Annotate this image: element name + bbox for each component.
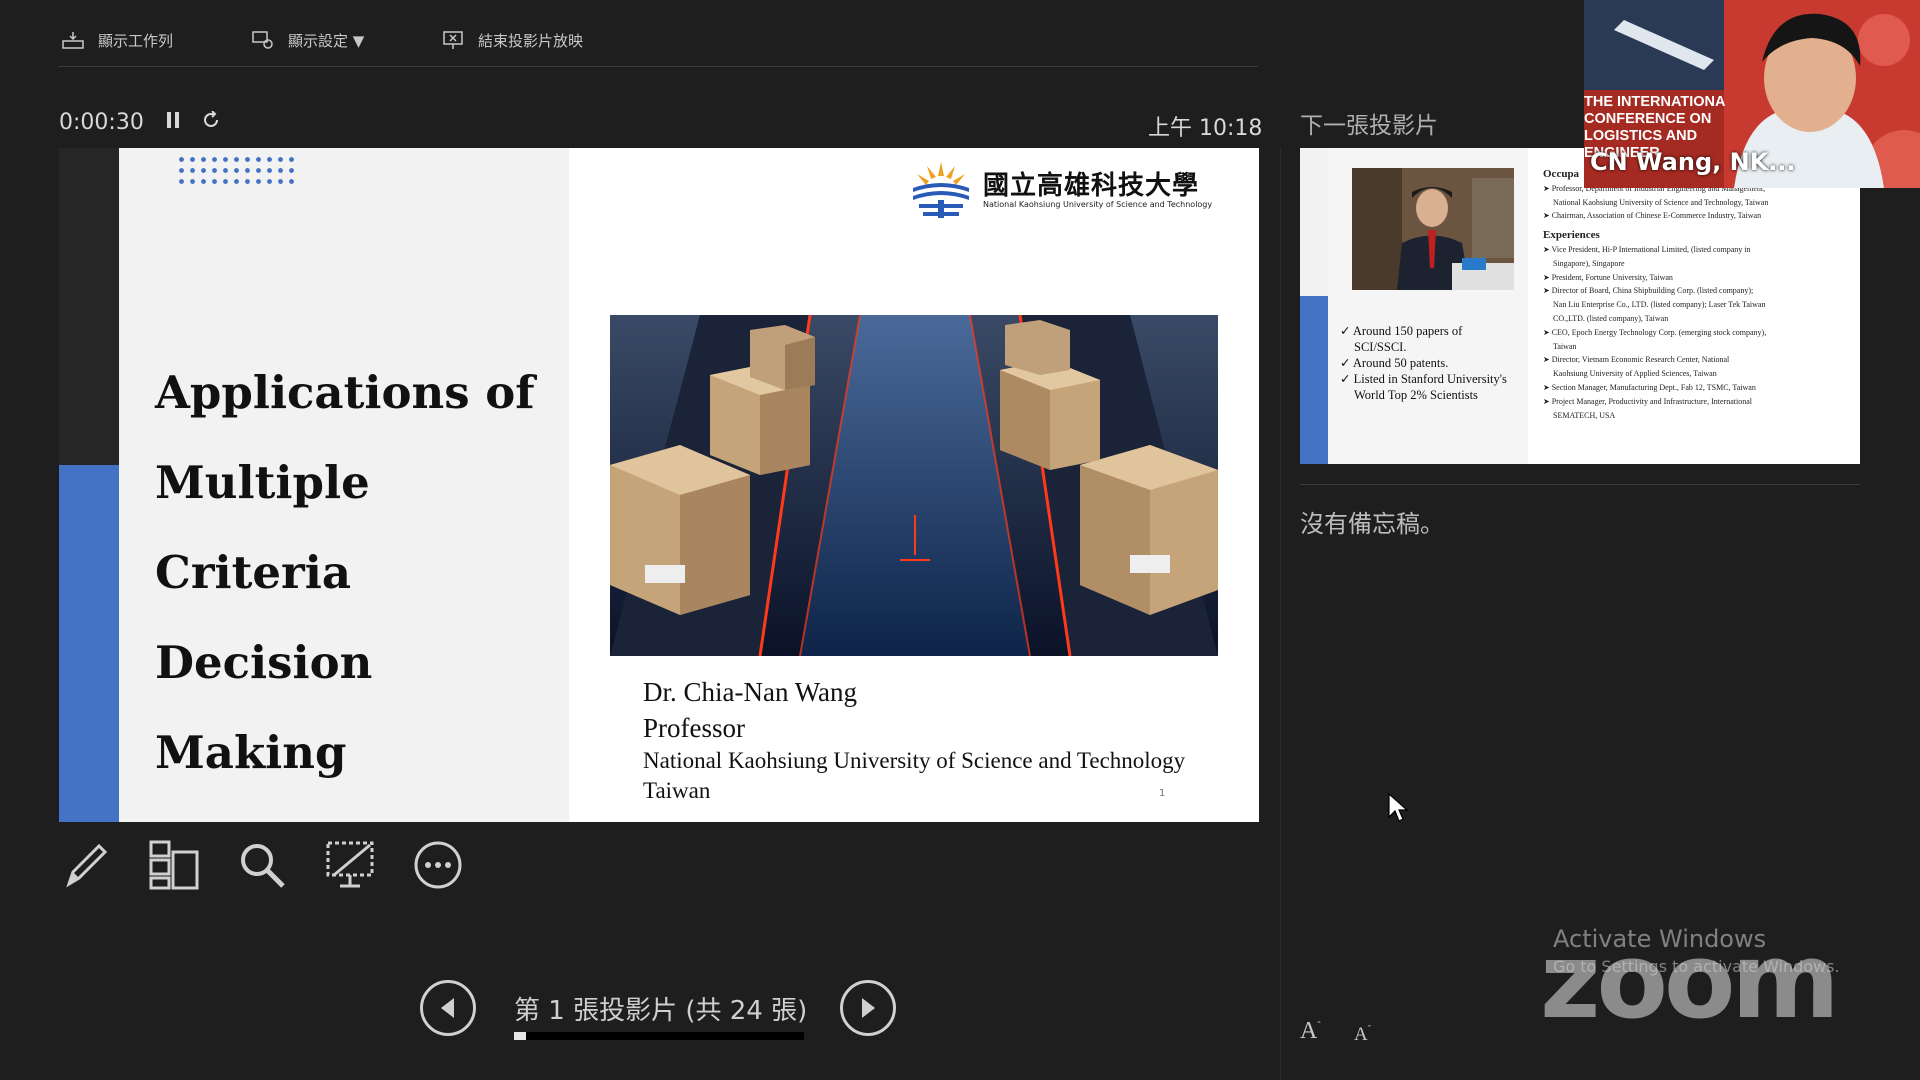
author-position: Professor <box>643 713 745 743</box>
watermark-title: Activate Windows <box>1553 925 1767 953</box>
experiences-heading: Experiences <box>1543 229 1600 242</box>
increase-font-button[interactable]: Aˆ <box>1300 1018 1321 1045</box>
cv-line: ➤ Vice President, Hi-P International Lim… <box>1543 244 1751 254</box>
increase-font-label: A <box>1300 1018 1318 1044</box>
pen-tool-button[interactable] <box>59 836 113 894</box>
banner-line: CONFERENCE ON <box>1584 111 1712 127</box>
author-university: National Kaohsiung University of Science… <box>643 748 1186 773</box>
professor-photo <box>1352 168 1514 290</box>
next-arrow-icon <box>862 998 875 1018</box>
logo-english-name: National Kaohsiung University of Science… <box>983 199 1213 209</box>
cv-line: Kaohsiung University of Applied Sciences… <box>1553 369 1717 379</box>
reset-icon[interactable] <box>202 110 220 135</box>
watermark-subtitle: Go to Settings to activate Windows. <box>1553 957 1840 976</box>
next-slide-thumbnail[interactable]: ✓ Around 150 papers of SCI/SSCI. ✓ Aroun… <box>1300 148 1860 464</box>
university-emblem-icon <box>913 162 969 218</box>
cv-line: Nan Liu Enterprise Co., LTD. (listed com… <box>1553 300 1766 310</box>
see-all-slides-button[interactable] <box>147 836 201 894</box>
cv-line: ➤ Chairman, Association of Chinese E-Com… <box>1543 211 1762 221</box>
banner-line: LOGISTICS AND <box>1584 128 1698 144</box>
elapsed-time: 0:00:30 <box>59 110 144 135</box>
slide-title: Applications of Multiple Criteria Decisi… <box>155 348 565 798</box>
thumb-left-strip <box>1300 148 1328 296</box>
author-name: Dr. Chia-Nan Wang <box>643 677 858 707</box>
participant-video[interactable]: THE INTERNATIONA CONFERENCE ON LOGISTICS… <box>1584 0 1920 188</box>
next-slide-label: 下一張投影片 <box>1300 113 1438 139</box>
achievement-list: ✓ Around 150 papers of SCI/SSCI. ✓ Aroun… <box>1340 323 1507 403</box>
achievement-line: ✓ Around 50 patents. <box>1340 356 1449 370</box>
cv-line: Taiwan <box>1553 341 1577 351</box>
cv-line: National Kaohsiung University of Science… <box>1553 197 1769 207</box>
thumb-blue-bar <box>1300 296 1328 464</box>
panel-divider <box>1280 148 1281 1080</box>
toolbar-divider <box>58 66 1258 67</box>
author-block: Dr. Chia-Nan Wang Professor National Kao… <box>643 674 1185 806</box>
prev-arrow-icon <box>441 998 454 1018</box>
previous-slide-button[interactable] <box>420 980 476 1036</box>
show-taskbar-label: 顯示工作列 <box>98 31 174 50</box>
end-slideshow-button[interactable]: 結束投影片放映 <box>442 26 583 54</box>
cv-line: ➤ Director of Board, China Shipbuilding … <box>1543 286 1754 296</box>
pen-icon <box>66 843 108 888</box>
university-logo: 國立高雄科技大學 National Kaohsiung University o… <box>909 160 1239 220</box>
more-options-icon <box>414 841 462 889</box>
cv-line: CO.,LTD. (listed company), Taiwan <box>1553 313 1669 323</box>
occupation-heading: Occupa <box>1543 168 1580 180</box>
slide-progress-bar <box>514 1032 804 1040</box>
decrease-font-label: A <box>1354 1024 1368 1045</box>
cv-column: Occupa ➤ Professor, Department of Indust… <box>1543 168 1843 422</box>
cv-line: ➤ President, Fortune University, Taiwan <box>1543 272 1673 282</box>
taskbar-icon <box>62 31 84 49</box>
cv-line: ➤ Director, Vietnam Economic Research Ce… <box>1543 355 1730 365</box>
slide-blue-bar <box>59 465 119 822</box>
black-screen-icon <box>326 841 374 888</box>
decorative-dots <box>176 154 298 186</box>
achievement-line: ✓ Around 150 papers of <box>1340 324 1463 338</box>
display-settings-label: 顯示設定 ▼ <box>288 31 365 50</box>
show-taskbar-button[interactable]: 顯示工作列 <box>62 26 173 54</box>
activate-windows-watermark: Activate Windows Go to Settings to activ… <box>1553 925 1840 976</box>
display-settings-button[interactable]: 顯示設定 ▼ <box>252 26 364 54</box>
banner-line: THE INTERNATIONA <box>1584 94 1726 110</box>
cv-line: ➤ Section Manager, Manufacturing Dept., … <box>1543 382 1756 392</box>
presenter-toolbar: 顯示工作列 顯示設定 ▼ 結束投影片放映 <box>0 0 1580 68</box>
decrease-font-button[interactable]: Aˇ <box>1354 1024 1371 1046</box>
display-settings-icon <box>252 30 274 50</box>
achievement-line: ✓ Listed in Stanford University's <box>1340 372 1507 386</box>
all-slides-icon <box>149 840 199 890</box>
current-clock: 上午 10:18 <box>1148 116 1263 141</box>
slide-page-number: 1 <box>1159 788 1166 799</box>
achievement-line: World Top 2% Scientists <box>1354 388 1478 402</box>
end-slideshow-icon <box>442 30 464 50</box>
title-line: Multiple Criteria <box>155 456 370 599</box>
participant-name: CN Wang, NK... <box>1590 148 1796 176</box>
presenter-tools <box>59 836 465 894</box>
current-slide[interactable]: Applications of Multiple Criteria Decisi… <box>59 148 1259 822</box>
next-slide-button[interactable] <box>840 980 896 1036</box>
conveyor-boxes-image <box>610 315 1218 656</box>
title-line: Applications of <box>155 366 535 419</box>
logo-chinese-name: 國立高雄科技大學 <box>983 170 1200 201</box>
notes-divider <box>1300 484 1860 485</box>
slide-dark-bar <box>59 148 119 465</box>
author-country: Taiwan <box>643 778 711 803</box>
end-slideshow-label: 結束投影片放映 <box>478 31 584 50</box>
title-line: Decision Making <box>155 636 373 779</box>
cv-line: ➤ CEO, Epoch Energy Technology Corp. (em… <box>1543 327 1767 337</box>
achievement-line: SCI/SSCI. <box>1354 340 1407 354</box>
more-options-button[interactable] <box>411 836 465 894</box>
cv-line: SEMATECH, USA <box>1553 410 1616 420</box>
slide-counter[interactable]: 第 1 張投影片 (共 24 張) <box>514 990 807 1027</box>
zoom-magnifier-icon <box>241 844 285 888</box>
pause-icon[interactable] <box>166 110 180 135</box>
slideshow-timer: 0:00:30 <box>59 110 220 135</box>
black-screen-button[interactable] <box>323 836 377 894</box>
slide-progress-fill <box>514 1032 527 1040</box>
cv-line: ➤ Project Manager, Productivity and Infr… <box>1543 396 1752 406</box>
speaker-notes[interactable]: 沒有備忘稿。 <box>1300 504 1444 539</box>
cv-line: Singapore), Singapore <box>1553 258 1625 268</box>
mouse-cursor-icon <box>1388 793 1408 822</box>
zoom-into-slide-button[interactable] <box>235 836 289 894</box>
